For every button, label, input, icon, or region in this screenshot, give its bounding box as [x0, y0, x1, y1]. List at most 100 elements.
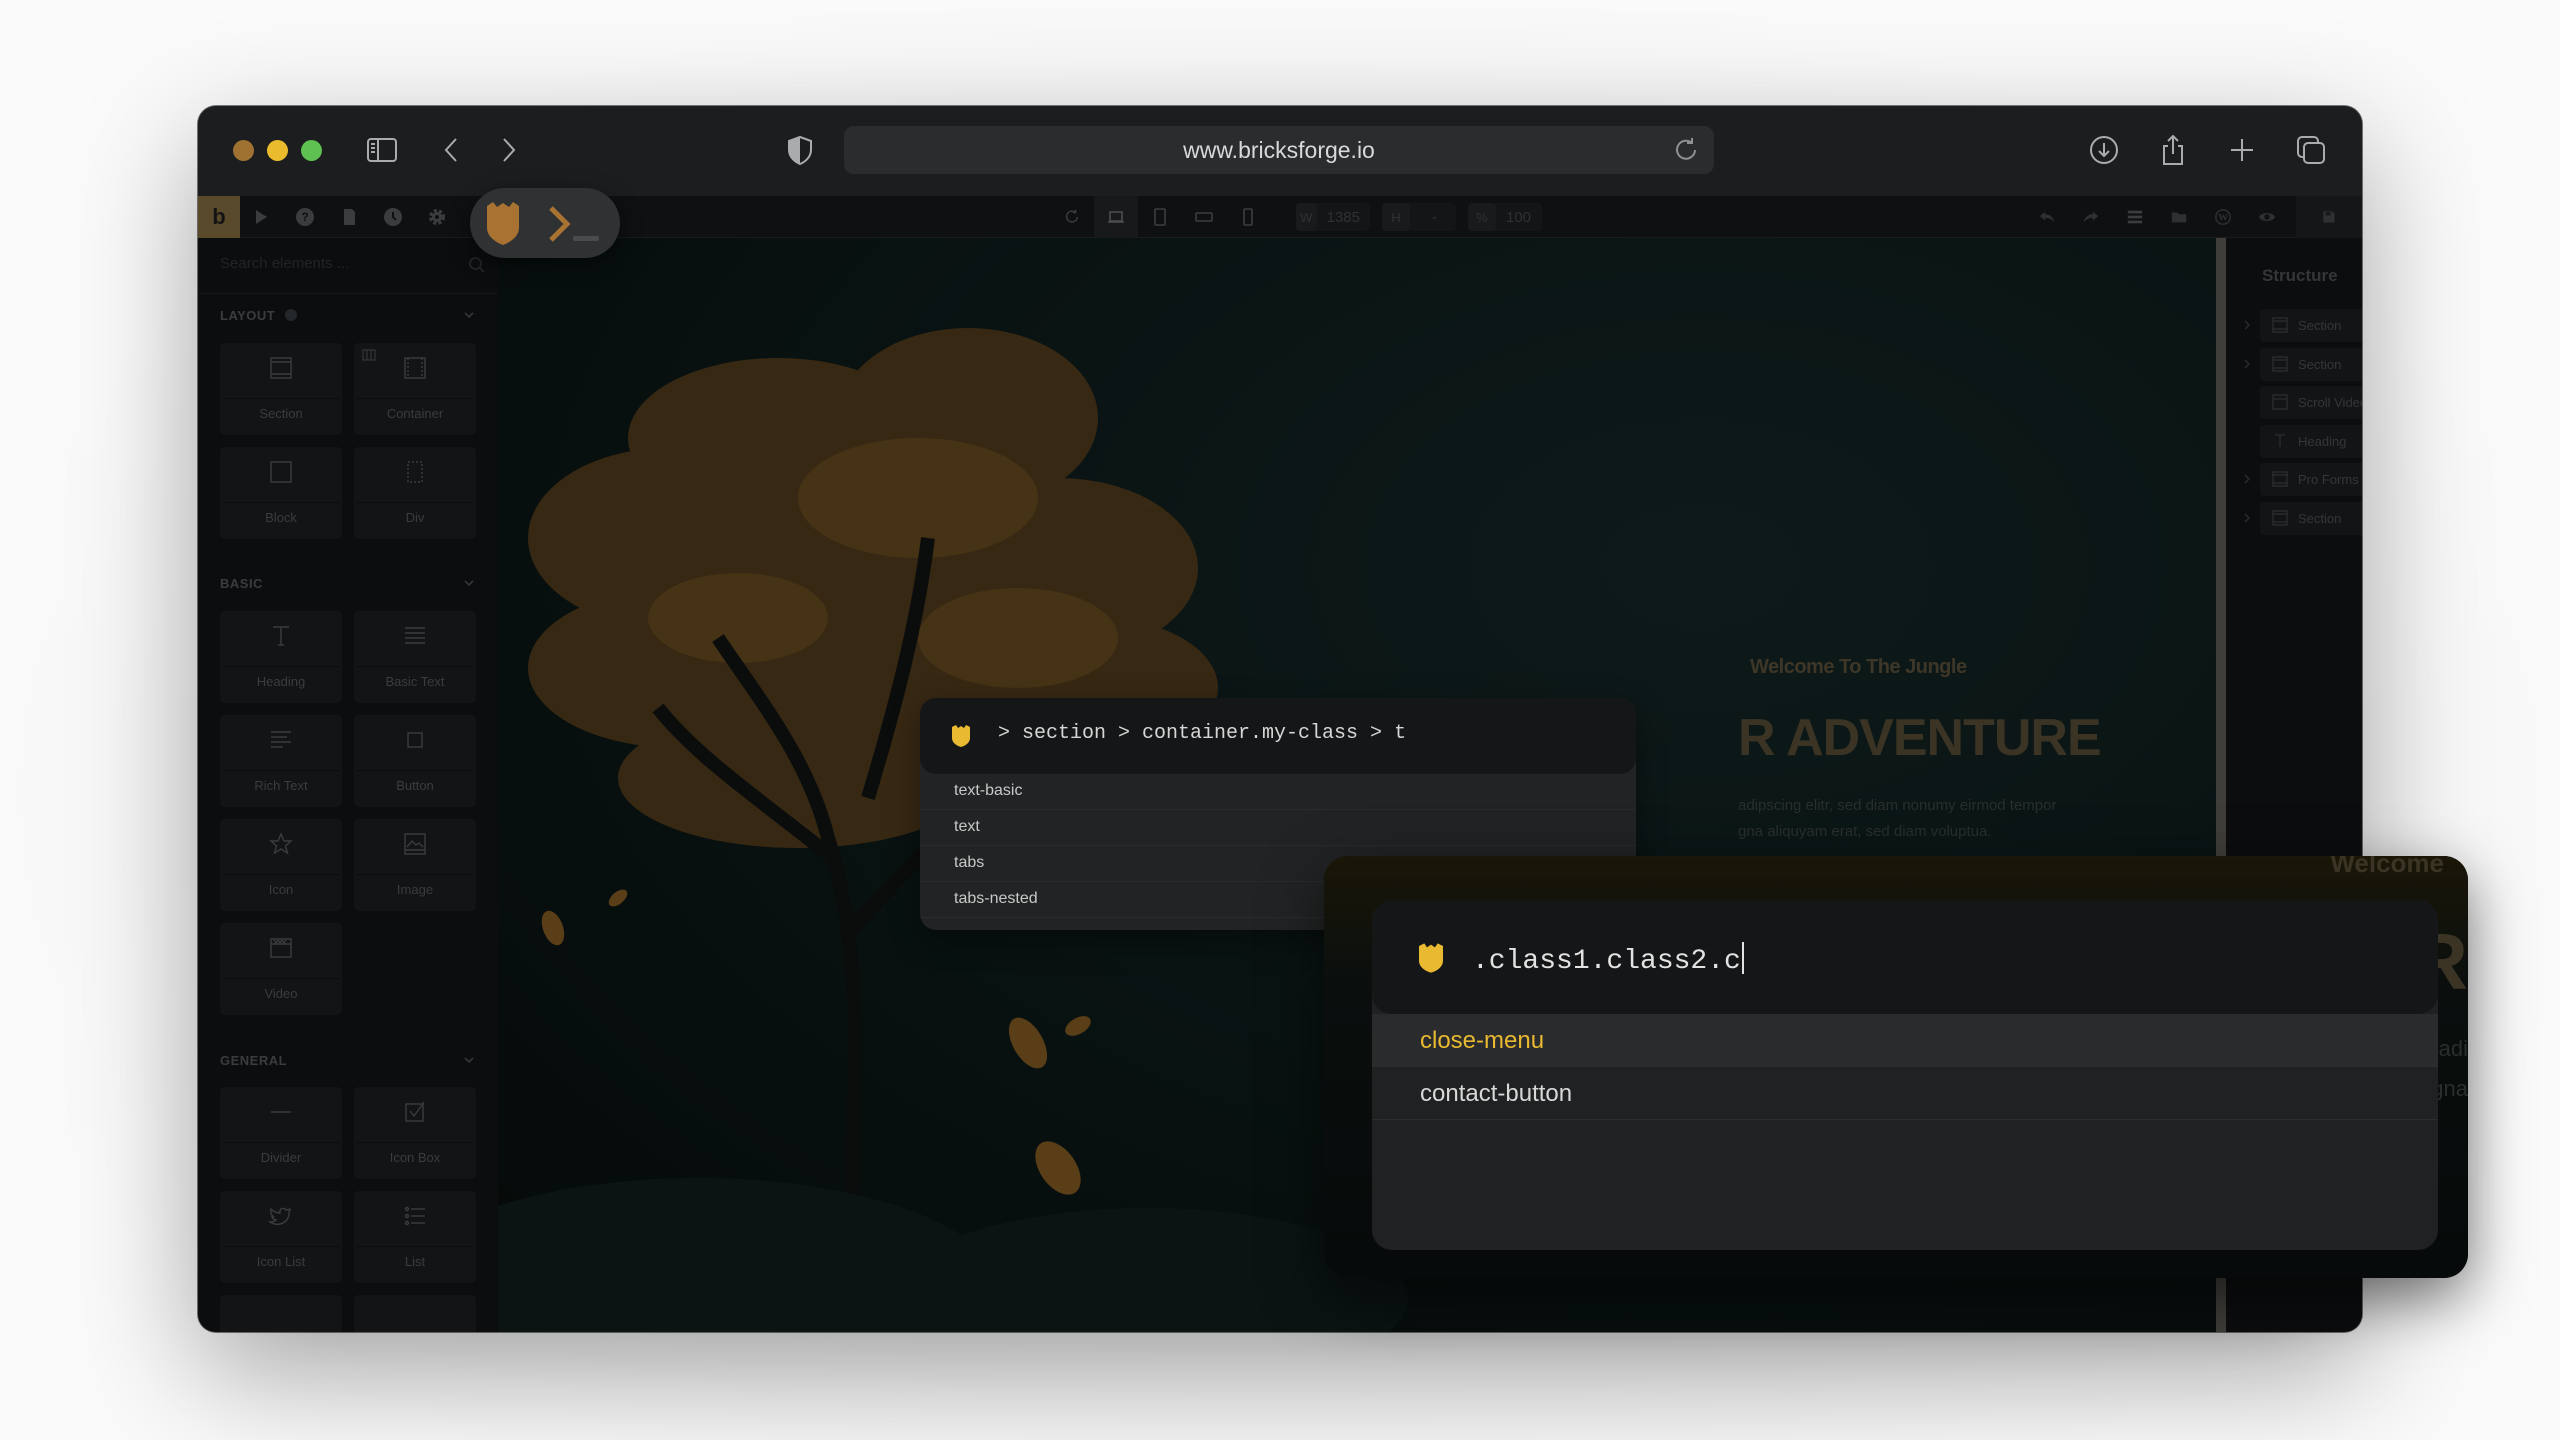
- chevron-right-icon[interactable]: [2242, 512, 2252, 524]
- plus-icon[interactable]: [2222, 130, 2262, 170]
- sidebar-toggle-icon[interactable]: [362, 130, 402, 170]
- bricks-logo[interactable]: b: [198, 196, 240, 238]
- element-card-icon[interactable]: Icon: [220, 819, 342, 911]
- element-label: Icon: [268, 882, 294, 897]
- element-card-basic-text[interactable]: Basic Text: [354, 611, 476, 703]
- structure-row-section[interactable]: Section: [2244, 502, 2362, 535]
- hero-text-line: gna aliquyam erat, sed diam voluptua.: [1738, 823, 1992, 840]
- mobile-landscape-breakpoint-icon[interactable]: [1182, 196, 1226, 238]
- element-card-section[interactable]: Section: [220, 343, 342, 435]
- folder-icon[interactable]: [2166, 204, 2192, 230]
- structure-row-section[interactable]: Section: [2244, 309, 2362, 342]
- help-icon[interactable]: ?: [292, 204, 318, 230]
- height-value: -: [1432, 208, 1437, 226]
- browser-titlebar: www.bricksforge.io: [198, 106, 2362, 196]
- element-label: Block: [265, 510, 297, 525]
- undo-icon[interactable]: [2034, 204, 2060, 230]
- group-title-layout: LAYOUT: [220, 308, 298, 323]
- structure-row-label: Section: [2298, 357, 2342, 372]
- element-label: Video: [264, 986, 298, 1001]
- terminal-icon[interactable]: [545, 202, 605, 246]
- wordpress-icon[interactable]: W: [2210, 204, 2236, 230]
- structure-row-heading[interactable]: Heading: [2260, 425, 2362, 458]
- chevron-right-icon[interactable]: [488, 130, 528, 170]
- search-placeholder: Search elements ...: [220, 255, 350, 272]
- mobile-portrait-breakpoint-icon[interactable]: [1226, 196, 1270, 238]
- preview-icon[interactable]: [2254, 204, 2280, 230]
- history-icon[interactable]: [380, 204, 406, 230]
- save-icon: [2323, 211, 2335, 223]
- tabs-overview-icon[interactable]: [2291, 130, 2331, 170]
- element-card-button[interactable]: Button: [354, 715, 476, 807]
- chevron-right-icon[interactable]: [2242, 473, 2252, 485]
- download-icon[interactable]: [2084, 130, 2124, 170]
- address-bar[interactable]: www.bricksforge.io: [844, 126, 1714, 174]
- save-button[interactable]: [2296, 196, 2362, 238]
- menu-icon[interactable]: [2122, 204, 2148, 230]
- element-label: Rich Text: [254, 778, 308, 793]
- element-card-icon-box[interactable]: Icon Box: [354, 1087, 476, 1179]
- canvas-zoom-field[interactable]: % 100: [1468, 203, 1542, 231]
- structure-row-label: Pro Forms: [2298, 472, 2359, 487]
- element-card-list[interactable]: List: [354, 1191, 476, 1283]
- bricksforge-command-pill[interactable]: [470, 188, 620, 258]
- chevron-down-icon[interactable]: [462, 308, 476, 322]
- tablet-breakpoint-icon[interactable]: [1138, 196, 1182, 238]
- element-card-rich-text[interactable]: Rich Text: [220, 715, 342, 807]
- element-card-block[interactable]: Block: [220, 447, 342, 539]
- suggestion-item[interactable]: text-basic: [920, 774, 1636, 810]
- video-icon: [2272, 394, 2288, 410]
- hero-text[interactable]: adipscing elitr, sed diam nonumy eirmod …: [1738, 793, 2216, 845]
- close-window-button[interactable]: [233, 140, 254, 161]
- image-icon: [354, 831, 476, 861]
- hero-subheading[interactable]: Welcome To The Jungle: [1750, 656, 1967, 679]
- structure-row-section[interactable]: Section: [2244, 348, 2362, 381]
- element-card-divider[interactable]: Divider: [220, 1087, 342, 1179]
- structure-row-label: Scroll Video: [2298, 395, 2362, 410]
- reload-icon[interactable]: [1670, 134, 1702, 166]
- bricksforge-logo-icon[interactable]: [483, 200, 523, 246]
- refresh-canvas-icon[interactable]: [1050, 196, 1094, 238]
- zoom-label: %: [1468, 203, 1496, 231]
- canvas-height-field[interactable]: H -: [1382, 203, 1456, 231]
- element-card-div[interactable]: Div: [354, 447, 476, 539]
- settings-icon[interactable]: [424, 204, 450, 230]
- minimize-window-button[interactable]: [267, 140, 288, 161]
- section-icon: [2272, 510, 2288, 526]
- element-card-icon-list[interactable]: Icon List: [220, 1191, 342, 1283]
- element-card-video[interactable]: Video: [220, 923, 342, 1015]
- element-card-container[interactable]: Container: [354, 343, 476, 435]
- desktop-breakpoint-icon[interactable]: [1094, 196, 1138, 238]
- element-label: Div: [405, 510, 425, 525]
- div-icon: [354, 459, 476, 489]
- class-suggestion-item-selected[interactable]: close-menu: [1372, 1014, 2438, 1067]
- pointer-icon[interactable]: [248, 204, 274, 230]
- chevron-down-icon[interactable]: [462, 576, 476, 590]
- element-search[interactable]: Search elements ...: [198, 238, 498, 294]
- element-card-heading[interactable]: Heading: [220, 611, 342, 703]
- class-suggestion-item[interactable]: contact-button: [1372, 1067, 2438, 1120]
- maximize-window-button[interactable]: [301, 140, 322, 161]
- structure-row-scroll-video[interactable]: Scroll Video: [2260, 386, 2362, 419]
- structure-title: Structure: [2262, 266, 2338, 285]
- bricksforge-logo-icon: [1419, 943, 1443, 973]
- redo-icon[interactable]: [2078, 204, 2104, 230]
- element-card-more[interactable]: [354, 1295, 476, 1332]
- element-card-more[interactable]: [220, 1295, 342, 1332]
- chevron-right-icon[interactable]: [2242, 358, 2252, 370]
- canvas-width-field[interactable]: W 1385: [1296, 203, 1370, 231]
- hero-heading[interactable]: R ADVENTURE: [1738, 708, 2102, 768]
- preview-welcome-text: Welcome: [2330, 856, 2444, 878]
- suggestion-item[interactable]: text: [920, 810, 1636, 846]
- shield-icon[interactable]: [780, 130, 820, 170]
- chevron-left-icon[interactable]: [432, 130, 472, 170]
- element-card-image[interactable]: Image: [354, 819, 476, 911]
- chevron-right-icon[interactable]: [2242, 319, 2252, 331]
- share-icon[interactable]: [2153, 130, 2193, 170]
- class-input[interactable]: .class1.class2.c: [1372, 900, 2438, 1014]
- pages-icon[interactable]: [336, 204, 362, 230]
- element-label: Heading: [256, 674, 306, 689]
- structure-row-pro-forms[interactable]: Pro Forms: [2244, 463, 2362, 496]
- chevron-down-icon[interactable]: [462, 1053, 476, 1067]
- selector-input[interactable]: > section > container.my-class > t: [920, 698, 1636, 774]
